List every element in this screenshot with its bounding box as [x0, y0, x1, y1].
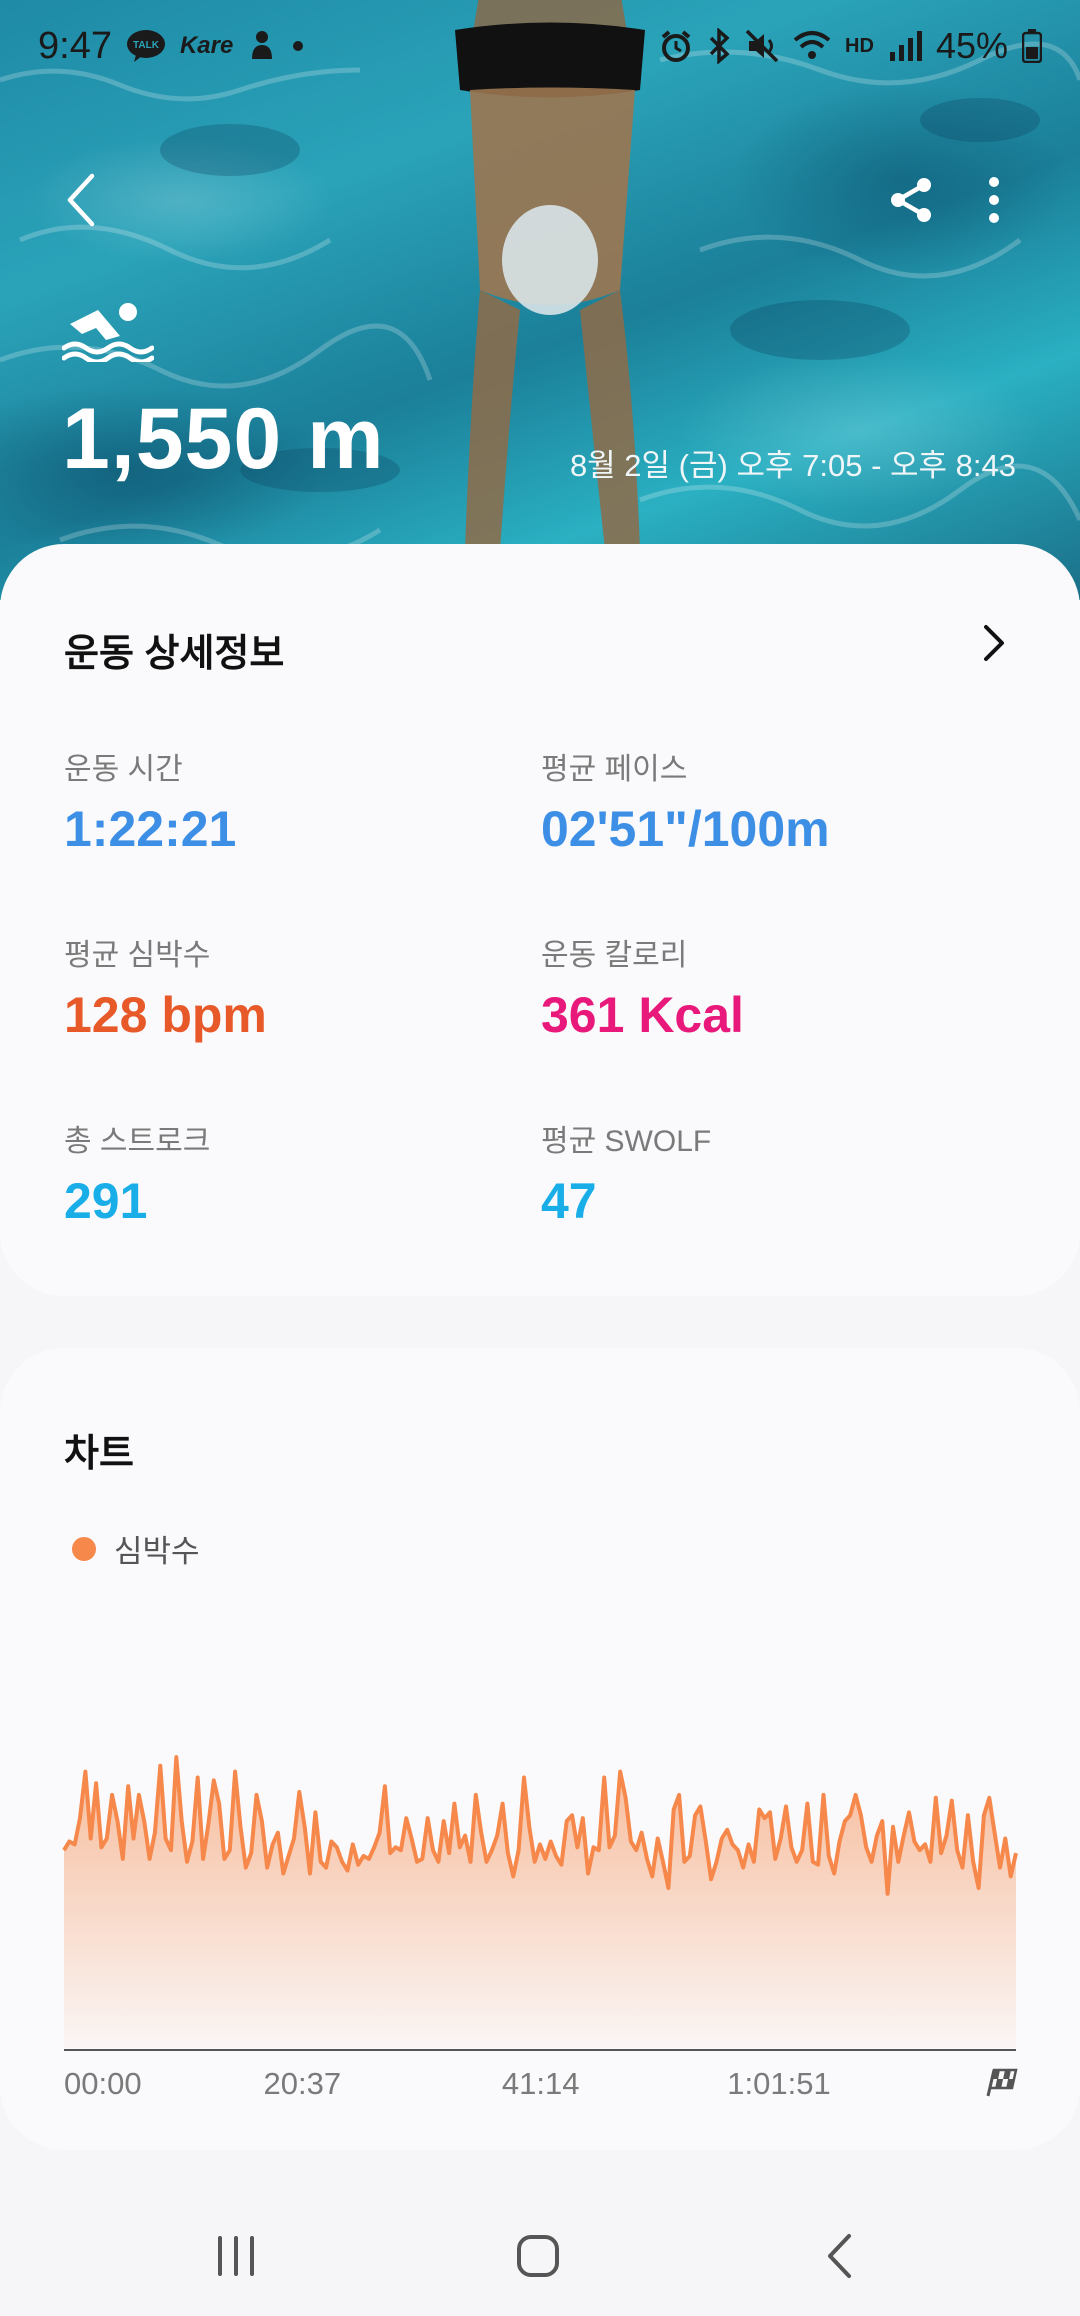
metric-label: 운동 칼로리: [541, 939, 688, 972]
heart-rate-chart[interactable]: 00:00 20:37 41:14 1:01:51: [0, 1348, 1080, 2150]
chart-title: 차트: [64, 1433, 134, 1475]
metric-value: 291: [64, 1173, 148, 1229]
status-time: 9:47: [38, 24, 112, 67]
metric-label: 평균 SWOLF: [541, 1125, 712, 1158]
battery-icon: [1022, 29, 1042, 63]
mute-icon: [745, 29, 779, 63]
chevron-left-icon: [67, 173, 95, 227]
home-icon: [517, 2235, 559, 2277]
metric-total-strokes: 총 스트로크 291: [64, 1116, 210, 1230]
recents-icon: [218, 2236, 254, 2276]
x-tick-label: 1:01:51: [727, 2066, 830, 2101]
system-back-button[interactable]: [800, 2216, 880, 2296]
status-bar: 9:47 TALK Kare HD 45%: [0, 0, 1080, 92]
hero-nav: [0, 160, 1080, 240]
hero-photo: 9:47 TALK Kare HD 45% 1,550 m 8월 2일 (금) …: [0, 0, 1080, 600]
battery-percent: 45%: [935, 25, 1008, 66]
workout-details-card: 운동 상세정보 운동 시간 1:22:21 평균 페이스 02'51"/100m…: [0, 544, 1080, 1296]
metric-avg-pace: 평균 페이스 02'51"/100m: [541, 744, 830, 858]
svg-text:TALK: TALK: [133, 40, 160, 51]
distance-value: 1,550 m: [62, 391, 385, 487]
metric-label: 운동 시간: [64, 753, 183, 786]
x-tick-label: 00:00: [64, 2066, 142, 2101]
metric-label: 총 스트로크: [64, 1125, 211, 1158]
x-tick-label: 41:14: [502, 2066, 580, 2101]
system-navbar: [0, 2180, 1080, 2316]
wifi-icon: [793, 30, 831, 62]
legend-dot: [72, 1536, 96, 1561]
metric-label: 평균 심박수: [64, 939, 211, 972]
back-button[interactable]: [52, 168, 112, 232]
kare-icon: Kare: [179, 32, 234, 59]
chart-legend: 심박수: [72, 1526, 200, 1571]
legend-label: 심박수: [114, 1534, 200, 1569]
alarm-icon: [659, 29, 693, 63]
home-button[interactable]: [498, 2216, 578, 2296]
metric-value: 1:22:21: [64, 801, 237, 857]
back-icon: [828, 2234, 851, 2278]
metric-value: 361 Kcal: [541, 987, 744, 1043]
metric-value: 47: [541, 1173, 597, 1229]
notification-icon: [247, 29, 277, 63]
metric-avg-swolf: 평균 SWOLF 47: [541, 1116, 711, 1230]
checkered-flag-icon: [986, 2068, 1018, 2097]
details-more-button[interactable]: [974, 618, 1014, 668]
metric-value: 128 bpm: [64, 987, 267, 1043]
more-vertical-icon: [989, 177, 999, 223]
chart-card: 00:00 20:37 41:14 1:01:51 차트 심박수: [0, 1348, 1080, 2150]
workout-details-title: 운동 상세정보: [64, 633, 285, 675]
more-options-button[interactable]: [966, 168, 1022, 232]
kakaotalk-icon: TALK: [126, 29, 166, 63]
bluetooth-icon: [707, 28, 731, 64]
metric-avg-heart-rate: 평균 심박수 128 bpm: [64, 930, 267, 1044]
metric-value: 02'51"/100m: [541, 801, 830, 857]
metric-workout-time: 운동 시간 1:22:21: [64, 744, 236, 858]
share-button[interactable]: [880, 168, 944, 232]
x-tick-label: 20:37: [264, 2066, 342, 2101]
recents-button[interactable]: [196, 2216, 276, 2296]
heart-rate-area: [64, 1757, 1016, 2048]
hd-voice-icon: HD: [845, 35, 874, 57]
share-icon: [891, 178, 931, 222]
metric-label: 평균 페이스: [541, 753, 688, 786]
signal-icon: [888, 30, 922, 62]
workout-date-range: 8월 2일 (금) 오후 7:05 - 오후 8:43: [569, 448, 1016, 483]
dot-icon: [291, 39, 305, 53]
chevron-right-icon: [984, 625, 1004, 661]
metric-calories: 운동 칼로리 361 Kcal: [541, 930, 744, 1044]
swimming-icon: [62, 303, 154, 362]
